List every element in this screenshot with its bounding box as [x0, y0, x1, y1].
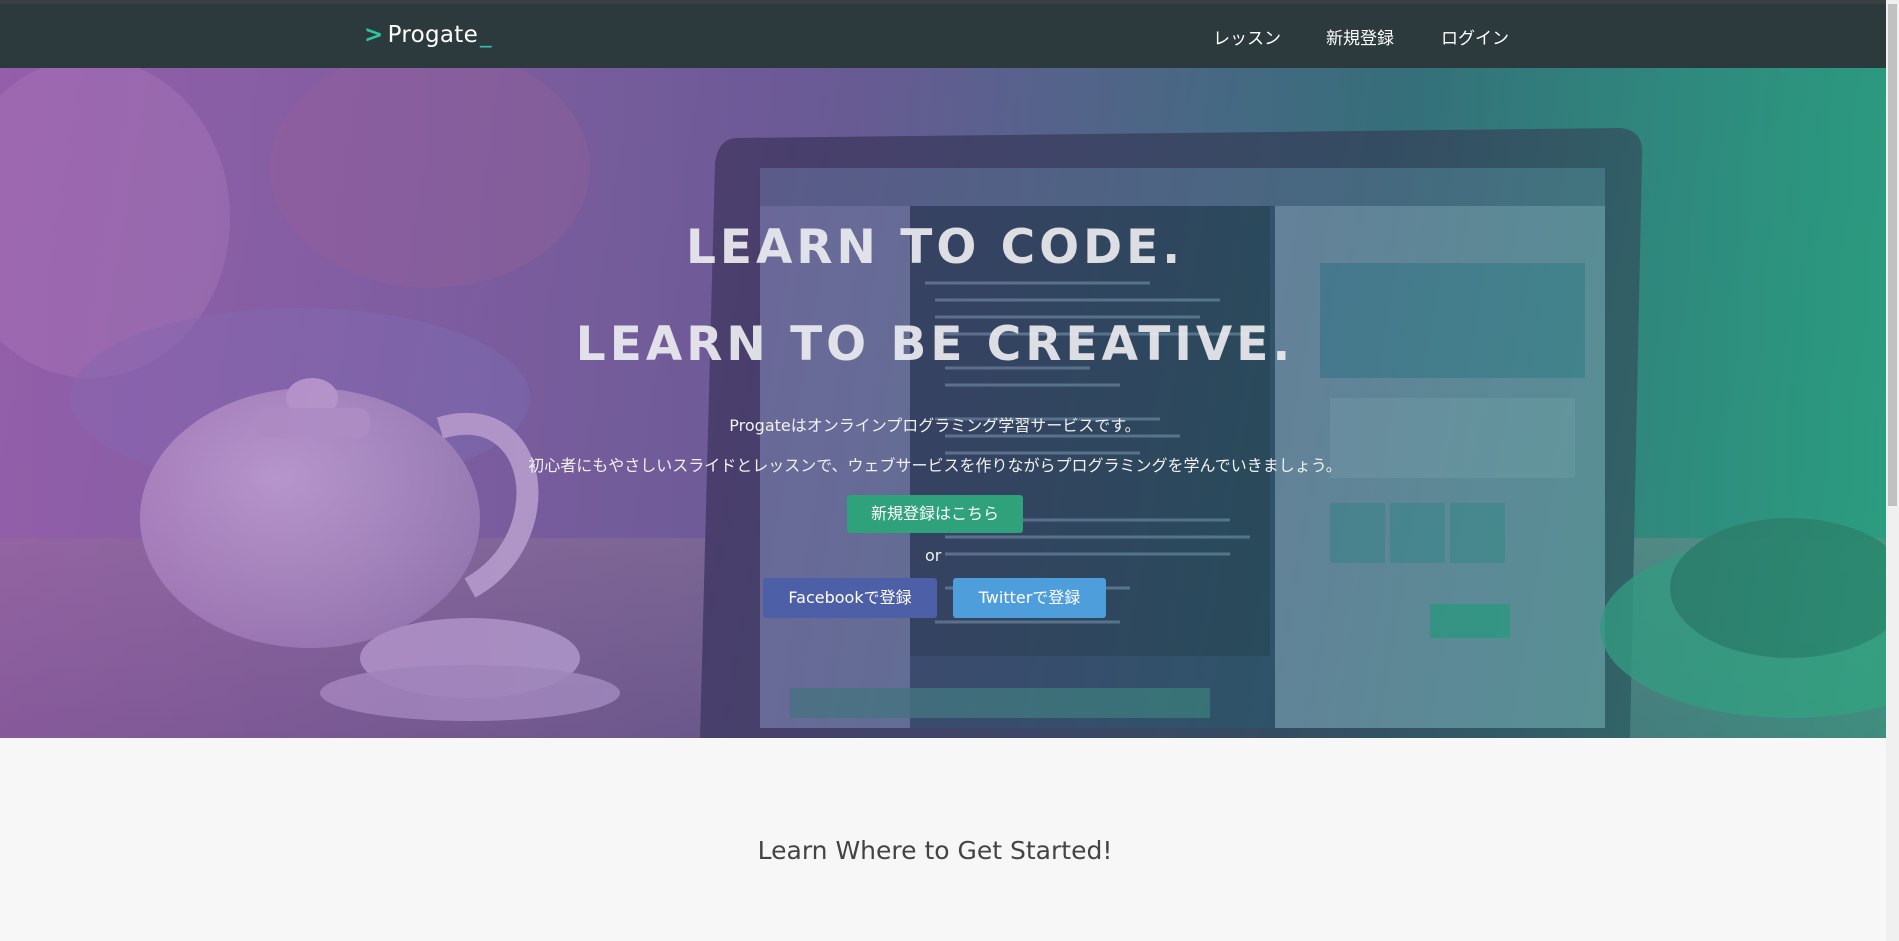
hero-title-line-1: LEARN TO CODE. — [685, 220, 1185, 275]
hero-section: LEARN TO CODE. LEARN TO BE CREATIVE. Pro… — [0, 68, 1886, 738]
logo-prompt-icon: > — [364, 22, 384, 48]
hero-subtitle-line-1: Progateはオンラインプログラミング学習サービスです。 — [729, 416, 1141, 435]
site-header: > Progate_ レッスン 新規登録 ログイン — [0, 4, 1886, 68]
hero-subtitle-line-2: 初心者にもやさしいスライドとレッスンで、ウェブサービスを作りながらプログラミング… — [528, 456, 1342, 475]
nav-login-link[interactable]: ログイン — [1441, 24, 1509, 49]
progate-logo[interactable]: > Progate_ — [364, 22, 492, 48]
hero-title-line-2: LEARN TO BE CREATIVE. — [575, 317, 1295, 372]
facebook-signup-button[interactable]: Facebookで登録 — [763, 578, 937, 618]
page: > Progate_ レッスン 新規登録 ログイン LEARN TO CODE.… — [0, 0, 1899, 941]
scrollbar-thumb[interactable] — [1888, 4, 1897, 506]
page-scrollbar[interactable] — [1886, 0, 1899, 941]
logo-cursor-icon: _ — [480, 22, 492, 48]
or-text: or — [925, 546, 942, 565]
twitter-signup-button[interactable]: Twitterで登録 — [953, 578, 1106, 618]
signup-button[interactable]: 新規登録はこちら — [847, 495, 1023, 533]
nav-lessons-link[interactable]: レッスン — [1213, 24, 1281, 49]
nav-signup-link[interactable]: 新規登録 — [1326, 24, 1394, 49]
section-title: Learn Where to Get Started! — [757, 836, 1113, 865]
logo-text: Progate — [387, 22, 479, 48]
hero-color-overlay — [0, 68, 1886, 738]
